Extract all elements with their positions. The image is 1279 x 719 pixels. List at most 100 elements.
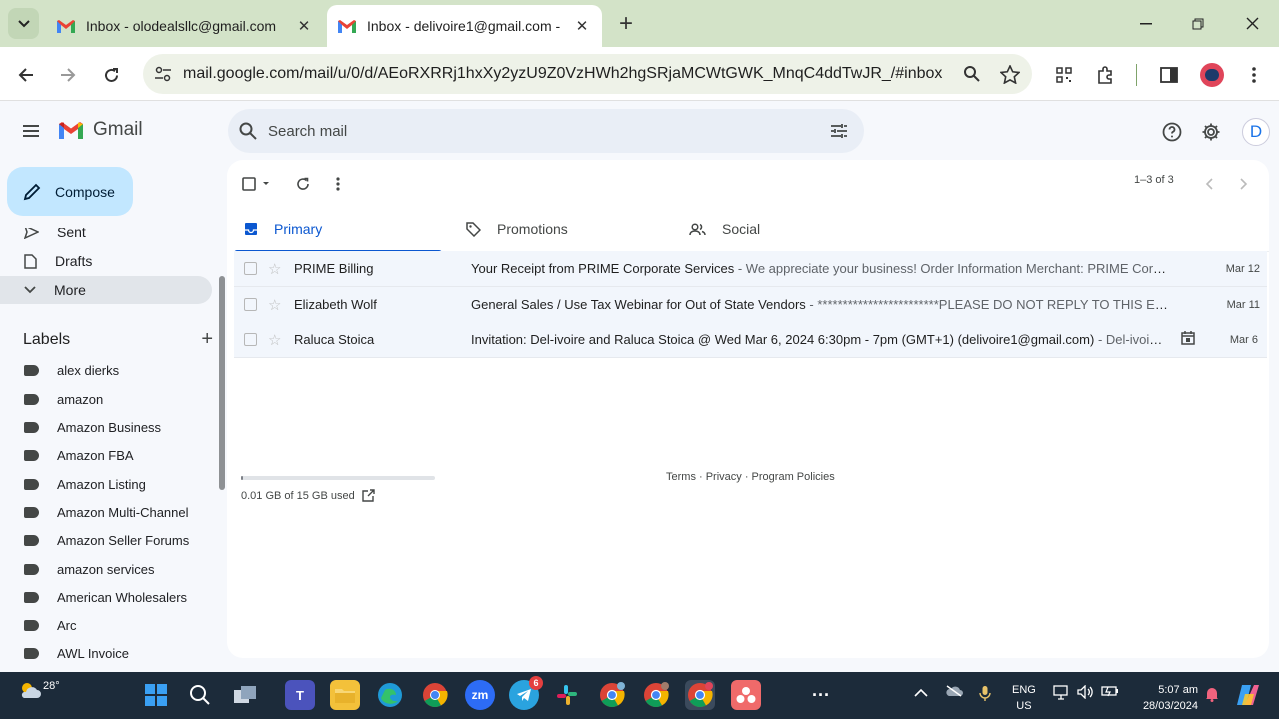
browser-tab-delivoire[interactable]: Inbox - delivoire1@gmail.com - ✕ xyxy=(327,5,602,47)
new-tab-button[interactable]: + xyxy=(612,10,640,38)
label-item[interactable]: Arc xyxy=(0,611,212,639)
zoom-app-icon[interactable]: zm xyxy=(465,680,495,710)
add-label-icon[interactable]: + xyxy=(201,328,213,351)
bookmark-star-icon[interactable] xyxy=(991,64,1029,84)
label-item[interactable]: Amazon Seller Forums xyxy=(0,526,212,554)
select-all-checkbox[interactable] xyxy=(241,172,273,196)
send-icon xyxy=(24,228,39,239)
start-button[interactable] xyxy=(141,680,171,710)
clock[interactable]: 5:07 am 28/03/2024 xyxy=(1132,682,1198,714)
tab-title: Inbox - delivoire1@gmail.com - xyxy=(367,18,561,34)
copilot-icon[interactable] xyxy=(1234,681,1262,709)
asana-icon[interactable] xyxy=(731,680,761,710)
more-vert-icon[interactable] xyxy=(326,172,350,196)
label-item[interactable]: Amazon Business xyxy=(0,413,212,441)
search-bar[interactable] xyxy=(228,109,864,153)
tab-search-button[interactable] xyxy=(8,8,39,39)
close-icon[interactable]: ✕ xyxy=(294,17,314,35)
snippet-text: - We appreciate your business! Order Inf… xyxy=(734,261,1171,276)
network-icon[interactable] xyxy=(1053,685,1070,703)
label-item[interactable]: Amazon Listing xyxy=(0,470,212,498)
sidebar-scrollbar[interactable] xyxy=(219,276,225,490)
language-indicator[interactable]: ENG US xyxy=(1012,682,1036,714)
zoom-icon[interactable] xyxy=(953,65,991,83)
taskbar-search-icon[interactable] xyxy=(185,680,215,710)
close-icon[interactable]: ✕ xyxy=(572,17,592,35)
footer-links[interactable]: Terms · Privacy · Program Policies xyxy=(666,471,835,483)
onedrive-icon[interactable] xyxy=(945,685,963,700)
account-avatar[interactable]: D xyxy=(1242,118,1270,146)
back-button[interactable] xyxy=(10,59,42,91)
refresh-icon[interactable] xyxy=(291,172,315,196)
browser-menu-button[interactable] xyxy=(1240,61,1268,89)
browser-tab-olodeals[interactable]: Inbox - olodealsllc@gmail.com ✕ xyxy=(46,5,324,47)
star-icon[interactable]: ☆ xyxy=(268,296,281,314)
restore-button[interactable] xyxy=(1172,0,1224,47)
search-input[interactable] xyxy=(268,122,814,140)
chrome-profile-icon[interactable] xyxy=(597,680,627,710)
more-apps-icon[interactable]: ··· xyxy=(806,680,836,710)
task-view-icon[interactable] xyxy=(230,680,260,710)
search-icon[interactable] xyxy=(228,122,268,140)
extensions-icon[interactable] xyxy=(1092,61,1120,89)
chevron-up-icon[interactable] xyxy=(914,685,928,700)
table-row[interactable]: ☆ Raluca Stoica Invitation: Del-ivoire a… xyxy=(234,322,1267,358)
star-icon[interactable]: ☆ xyxy=(268,331,281,349)
volume-icon[interactable] xyxy=(1077,684,1094,702)
reload-button[interactable] xyxy=(95,59,127,91)
label-item[interactable]: Amazon FBA xyxy=(0,441,212,469)
tab-social[interactable]: Social xyxy=(689,206,889,252)
site-settings-icon[interactable] xyxy=(143,66,183,82)
gmail-logo[interactable]: Gmail xyxy=(57,119,143,141)
label-name: amazon services xyxy=(57,561,155,577)
weather-widget[interactable]: 28° xyxy=(18,680,60,700)
chevron-left-icon[interactable] xyxy=(1197,172,1221,196)
forward-button[interactable] xyxy=(52,59,84,91)
label-name: Amazon Business xyxy=(57,419,162,435)
compose-button[interactable]: Compose xyxy=(7,167,133,216)
open-in-new-icon[interactable] xyxy=(362,489,375,502)
table-row[interactable]: ☆ PRIME Billing Your Receipt from PRIME … xyxy=(234,251,1267,287)
settings-gear-icon[interactable] xyxy=(1198,119,1224,145)
battery-icon[interactable] xyxy=(1101,685,1119,700)
main-menu-button[interactable] xyxy=(18,119,46,143)
notification-bell-icon[interactable] xyxy=(1205,686,1219,705)
side-panel-icon[interactable] xyxy=(1155,61,1183,89)
sidebar-item-more[interactable]: More xyxy=(0,276,212,304)
label-item[interactable]: AWL Invoice xyxy=(0,639,212,667)
tab-promotions[interactable]: Promotions xyxy=(466,206,666,252)
tab-primary[interactable]: Primary xyxy=(234,206,442,253)
address-bar[interactable]: mail.google.com/mail/u/0/d/AEoRXRRj1hxXy… xyxy=(143,54,1032,94)
search-options-icon[interactable] xyxy=(814,123,864,139)
calendar-icon[interactable] xyxy=(1181,331,1195,348)
profile-avatar[interactable] xyxy=(1198,61,1226,89)
chrome-profile-icon[interactable] xyxy=(685,680,715,710)
star-icon[interactable]: ☆ xyxy=(268,260,281,278)
minimize-button[interactable] xyxy=(1120,0,1172,47)
row-checkbox[interactable] xyxy=(244,262,257,275)
chevron-right-icon[interactable] xyxy=(1232,172,1256,196)
close-window-button[interactable] xyxy=(1226,0,1278,47)
chrome-profile-icon[interactable] xyxy=(641,680,671,710)
row-date: Mar 12 xyxy=(1225,262,1260,275)
chrome-icon[interactable] xyxy=(420,680,450,710)
teams-icon[interactable]: T xyxy=(285,680,315,710)
row-checkbox[interactable] xyxy=(244,298,257,311)
sidebar-item-drafts[interactable]: Drafts xyxy=(0,247,212,275)
help-icon[interactable] xyxy=(1159,119,1185,145)
microphone-icon[interactable] xyxy=(979,685,991,705)
label-item[interactable]: Amazon Multi-Channel xyxy=(0,498,212,526)
telegram-icon[interactable]: 6 xyxy=(509,676,543,710)
slack-icon[interactable] xyxy=(552,680,582,710)
qr-code-icon[interactable] xyxy=(1050,61,1078,89)
table-row[interactable]: ☆ Elizabeth Wolf General Sales / Use Tax… xyxy=(234,287,1267,323)
label-item[interactable]: amazon xyxy=(0,385,212,413)
edge-icon[interactable] xyxy=(375,680,405,710)
label-item[interactable]: amazon services xyxy=(0,555,212,583)
row-checkbox[interactable] xyxy=(244,333,257,346)
sidebar-item-sent[interactable]: Sent xyxy=(0,228,212,246)
file-explorer-icon[interactable] xyxy=(330,680,360,710)
label-item[interactable]: American Wholesalers xyxy=(0,583,212,611)
storage-info: 0.01 GB of 15 GB used xyxy=(241,489,375,502)
label-item[interactable]: alex dierks xyxy=(0,356,212,384)
